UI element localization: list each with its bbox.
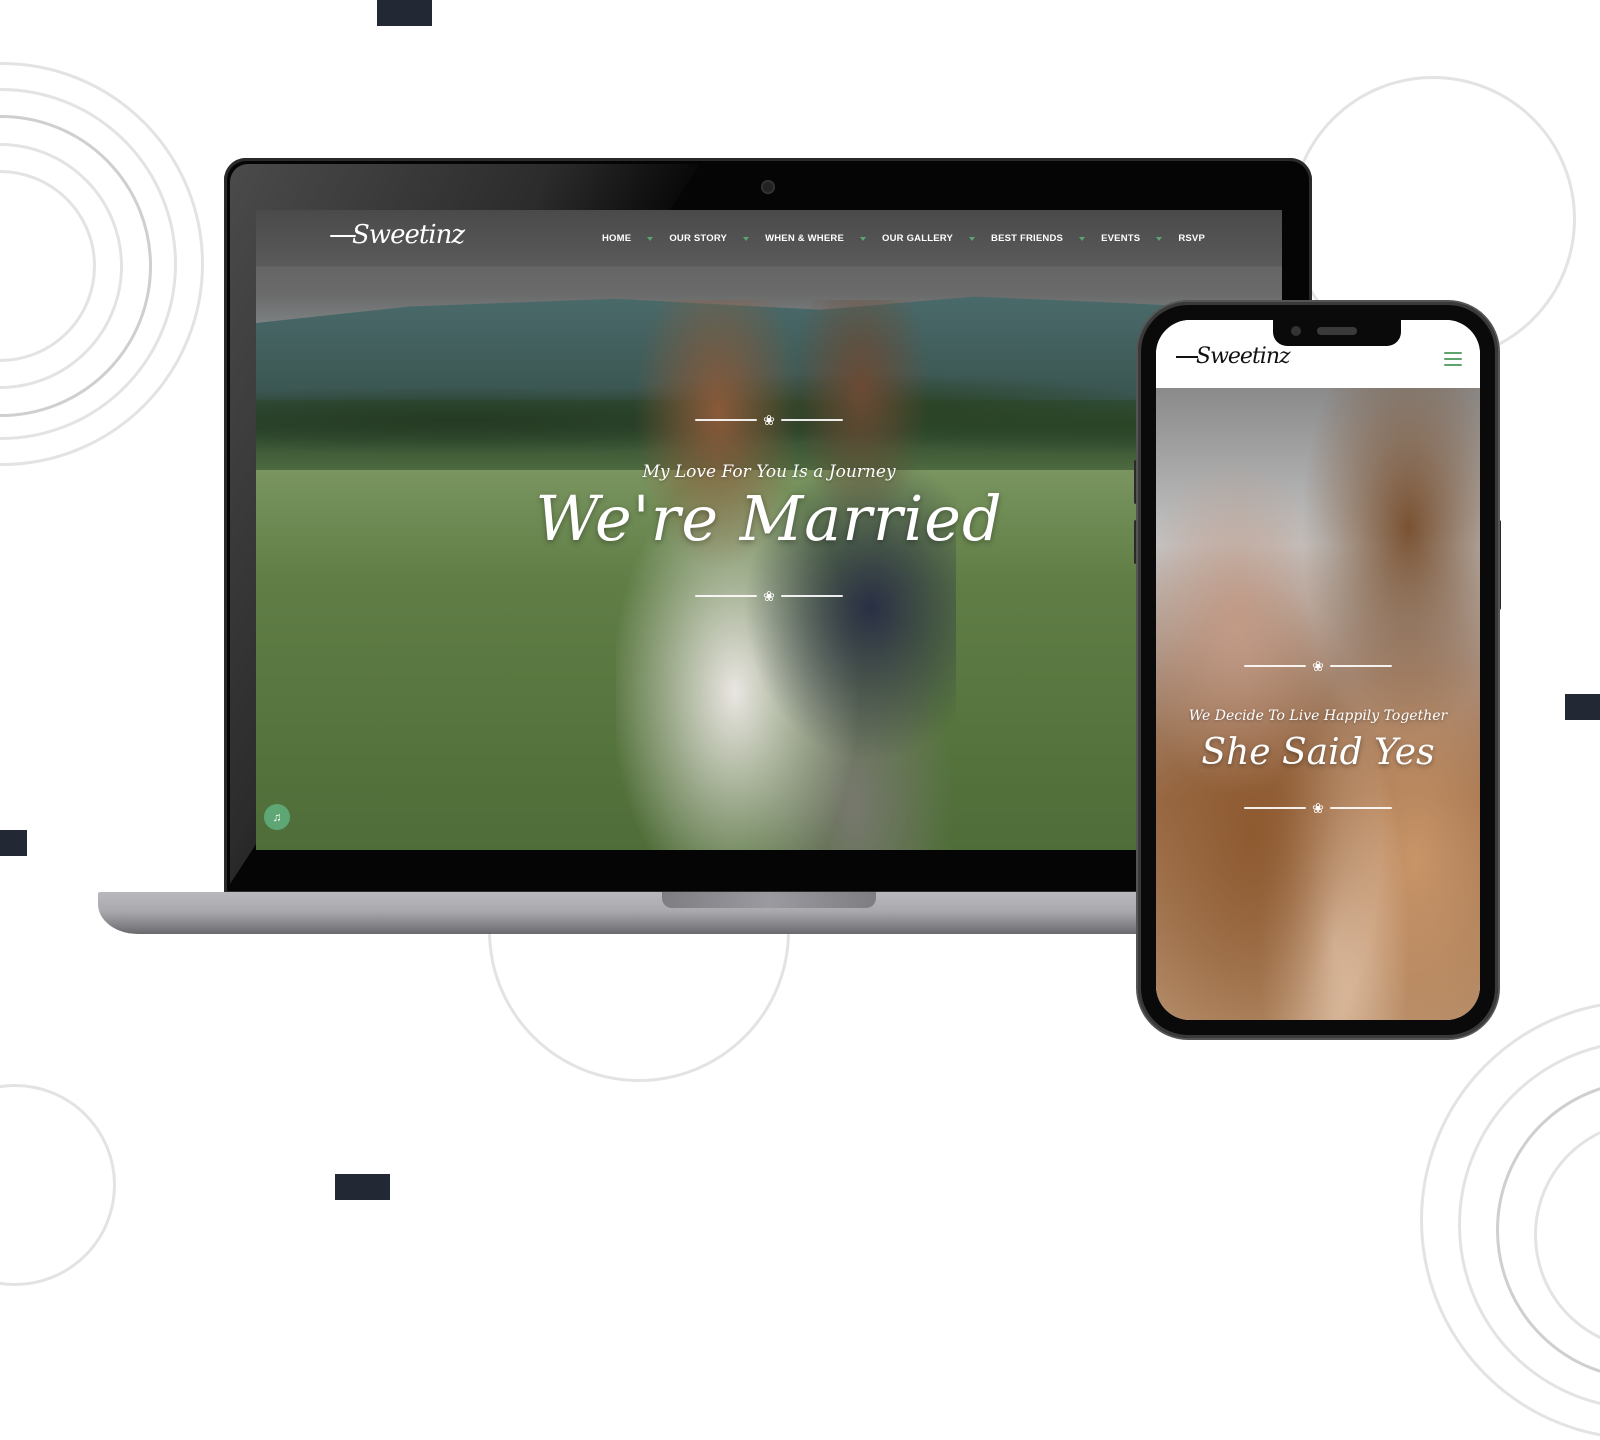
- flourish-line: [695, 595, 758, 597]
- flower-icon: ❀: [763, 412, 775, 428]
- desktop-website-screen: Sweetinz HOME OUR STORY WHEN & WHERE OUR…: [256, 210, 1282, 850]
- nav-item-best-friends[interactable]: BEST FRIENDS: [991, 233, 1063, 244]
- hero-couple-photo: [616, 300, 956, 850]
- laptop-camera-icon: [761, 180, 775, 194]
- flourish-line: [1244, 665, 1307, 667]
- flourish-line: [780, 419, 843, 421]
- flower-icon: ❀: [1312, 658, 1324, 674]
- phone-frame: Sweetinz ❀ We Decide To Live Happily Tog…: [1138, 302, 1498, 1038]
- nav-item-our-gallery[interactable]: OUR GALLERY: [882, 233, 953, 244]
- mobile-flourish-bottom: ❀: [1218, 798, 1418, 818]
- mobile-site-logo[interactable]: Sweetinz: [1176, 344, 1291, 369]
- nav-separator-icon: [743, 237, 750, 241]
- decor-ring: [0, 1084, 116, 1286]
- decor-square-bottom: [335, 1174, 390, 1200]
- nav-separator-icon: [860, 237, 867, 241]
- nav-separator-icon: [1079, 237, 1086, 241]
- mobile-hero-couple-photo: ❀ We Decide To Live Happily Together She…: [1156, 388, 1480, 1020]
- nav-separator-icon: [969, 237, 976, 241]
- flower-icon: ❀: [1312, 800, 1324, 816]
- nav-item-events[interactable]: EVENTS: [1101, 233, 1140, 244]
- phone-notch: [1273, 320, 1401, 346]
- nav-item-rsvp[interactable]: RSVP: [1178, 233, 1205, 244]
- nav-item-home[interactable]: HOME: [602, 233, 631, 244]
- nav-menu: HOME OUR STORY WHEN & WHERE OUR GALLERY …: [602, 210, 1205, 266]
- mobile-website-screen: Sweetinz ❀ We Decide To Live Happily Tog…: [1156, 320, 1480, 1020]
- hero-title: We're Married: [535, 482, 1003, 555]
- front-camera-icon: [1291, 326, 1301, 336]
- music-note-icon: ♫: [272, 810, 282, 824]
- hamburger-menu-icon[interactable]: [1444, 352, 1462, 366]
- nav-separator-icon: [647, 237, 654, 241]
- decor-square-left: [0, 830, 27, 856]
- laptop-hinge-notch: [662, 892, 876, 908]
- speaker-grille: [1317, 327, 1357, 335]
- flower-icon: ❀: [763, 588, 775, 604]
- nav-separator-icon: [1156, 237, 1163, 241]
- mobile-flourish-top: ❀: [1218, 656, 1418, 676]
- hamburger-line: [1444, 364, 1462, 366]
- flourish-line: [1329, 807, 1392, 809]
- flourish-line: [1329, 665, 1392, 667]
- flourish-line: [1244, 807, 1307, 809]
- hero-flourish-top: ❀: [669, 410, 869, 430]
- hamburger-line: [1444, 352, 1462, 354]
- hero-flourish-bottom: ❀: [669, 586, 869, 606]
- nav-item-when-where[interactable]: WHEN & WHERE: [765, 233, 844, 244]
- hamburger-line: [1444, 358, 1462, 360]
- nav-item-our-story[interactable]: OUR STORY: [669, 233, 727, 244]
- music-toggle-button[interactable]: ♫: [264, 804, 290, 830]
- flourish-line: [780, 595, 843, 597]
- site-logo[interactable]: Sweetinz: [329, 220, 465, 250]
- site-navbar: Sweetinz HOME OUR STORY WHEN & WHERE OUR…: [256, 210, 1282, 267]
- flourish-line: [695, 419, 758, 421]
- decor-square-top: [377, 0, 432, 26]
- laptop-base: [98, 892, 1138, 934]
- mobile-hero-title: She Said Yes: [1201, 732, 1435, 773]
- mobile-hero-subtitle: We Decide To Live Happily Together: [1188, 708, 1448, 724]
- decor-square-right: [1565, 694, 1600, 720]
- hero-subtitle: My Love For You Is a Journey: [642, 462, 896, 482]
